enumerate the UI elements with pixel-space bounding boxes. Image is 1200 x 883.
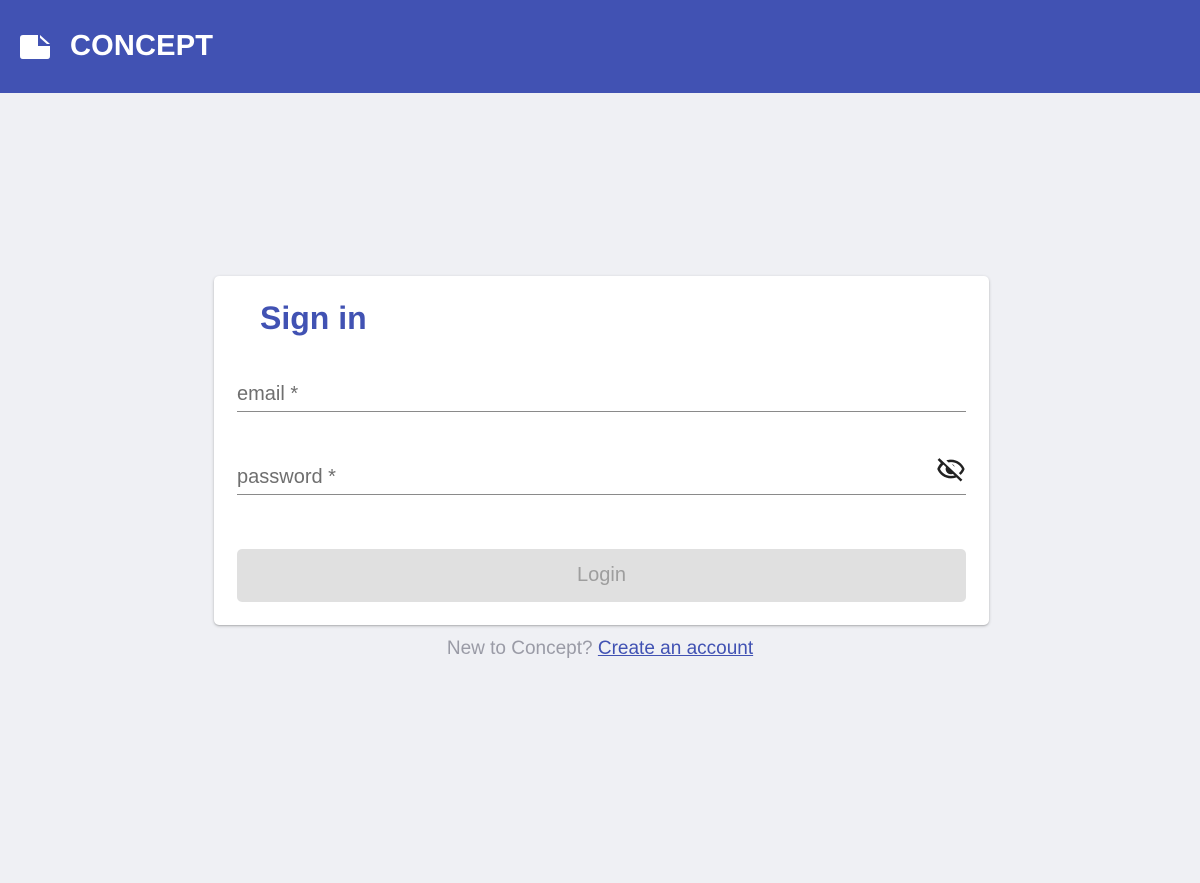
email-field[interactable]: [237, 368, 966, 411]
password-field[interactable]: [237, 451, 966, 494]
signin-card: Sign in Login: [214, 276, 989, 625]
app-bar: CONCEPT: [0, 0, 1200, 93]
signup-prompt: New to Concept? Create an account: [0, 638, 1200, 660]
email-field-wrapper: [237, 368, 966, 412]
eye-off-icon[interactable]: [936, 454, 966, 484]
login-button[interactable]: Login: [237, 549, 966, 602]
password-field-wrapper: [237, 451, 966, 495]
label-icon: [20, 34, 50, 59]
app-title: CONCEPT: [70, 30, 214, 62]
signup-prompt-text: New to Concept?: [446, 638, 593, 659]
signin-title: Sign in: [260, 300, 367, 336]
create-account-link[interactable]: Create an account: [598, 638, 753, 659]
